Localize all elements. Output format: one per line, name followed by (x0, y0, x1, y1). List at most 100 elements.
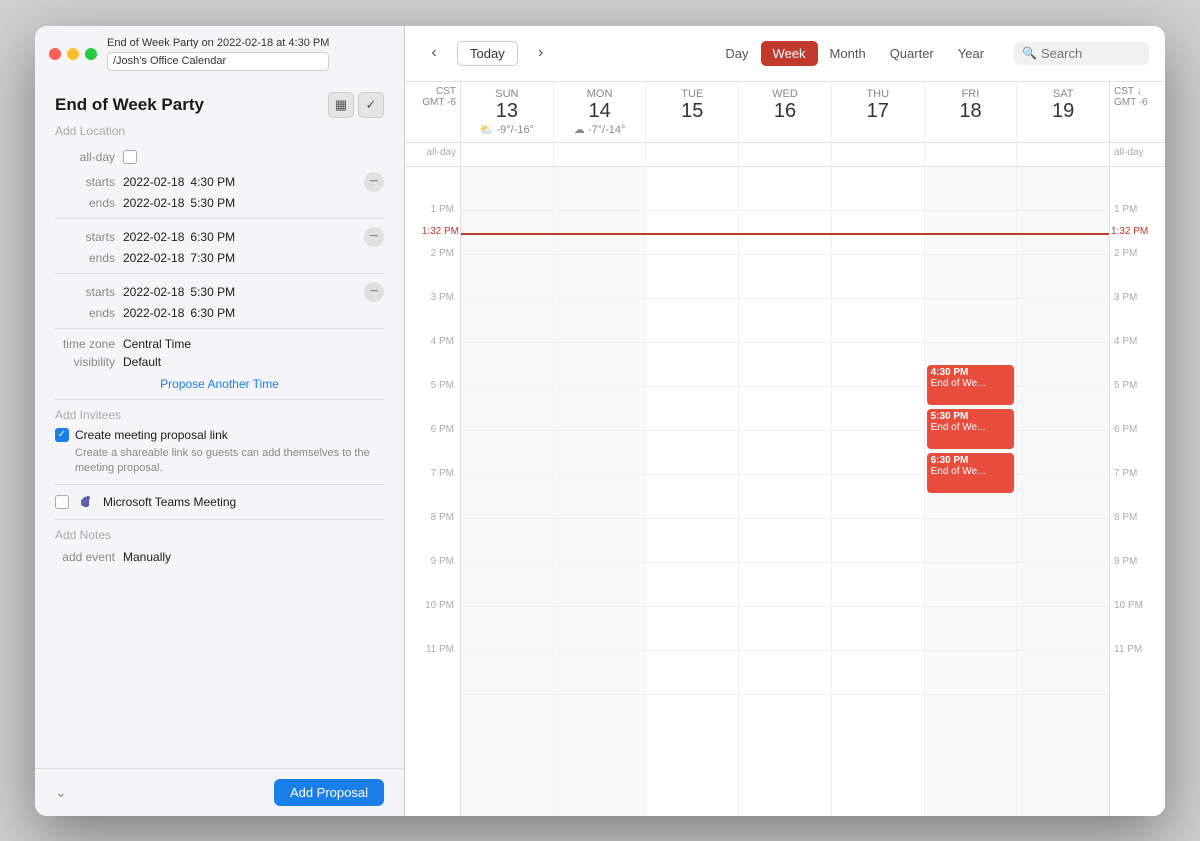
day-col-thu[interactable] (832, 167, 925, 816)
ends-label-3: ends (55, 306, 115, 320)
calendar-toolbar: ‹ Today › Day Week Month Quarter Year 🔍 (405, 26, 1165, 82)
add-proposal-button[interactable]: Add Proposal (274, 779, 384, 806)
day-col-tue[interactable] (646, 167, 739, 816)
calendar-body: 1 PM 2 PM 3 PM 4 PM 5 PM 6 PM 7 PM 8 PM … (405, 167, 1165, 816)
search-icon: 🔍 (1022, 46, 1037, 60)
starts-time-1[interactable]: 4:30 PM (190, 175, 235, 189)
starts-row-3: starts 2022-02-18 5:30 PM − (55, 282, 384, 302)
event-form: End of Week Party ▦ ✓ Add Location all-d… (35, 82, 404, 768)
close-button[interactable] (49, 48, 61, 60)
teams-checkbox[interactable] (55, 495, 69, 509)
add-event-value[interactable]: Manually (123, 550, 171, 564)
starts-label-2: starts (55, 230, 115, 244)
meeting-proposal-label: Create meeting proposal link (75, 428, 228, 442)
visibility-row: visibility Default (55, 355, 384, 369)
next-button[interactable]: › (528, 40, 554, 66)
add-location[interactable]: Add Location (55, 124, 384, 138)
calendar-icon-btn[interactable]: ▦ (328, 92, 354, 118)
timezone-label: time zone (55, 337, 115, 351)
starts-date-2[interactable]: 2022-02-18 (123, 230, 184, 244)
timezone-row: time zone Central Time (55, 337, 384, 351)
starts-time-3[interactable]: 5:30 PM (190, 285, 235, 299)
starts-date-1[interactable]: 2022-02-18 (123, 175, 184, 189)
remove-slot-1[interactable]: − (364, 172, 384, 192)
allday-fri (925, 143, 1018, 166)
allday-section: all-day all-day (405, 143, 1165, 167)
prev-button[interactable]: ‹ (421, 40, 447, 66)
allday-tue (646, 143, 739, 166)
propose-another-time-link[interactable]: Propose Another Time (55, 377, 384, 391)
view-quarter-button[interactable]: Quarter (878, 41, 946, 66)
remove-slot-2[interactable]: − (364, 227, 384, 247)
titlebar: End of Week Party on 2022-02-18 at 4:30 … (35, 26, 404, 82)
meeting-proposal-checkbox[interactable]: ✓ (55, 428, 69, 442)
add-invitees-label: Add Invitees (55, 408, 384, 422)
calendar-panel: ‹ Today › Day Week Month Quarter Year 🔍 … (405, 26, 1165, 816)
event-430pm[interactable]: 4:30 PM End of We... (927, 365, 1015, 405)
app-window: End of Week Party on 2022-02-18 at 4:30 … (35, 26, 1165, 816)
view-year-button[interactable]: Year (946, 41, 996, 66)
starts-time-2[interactable]: 6:30 PM (190, 230, 235, 244)
view-month-button[interactable]: Month (818, 41, 878, 66)
visibility-value[interactable]: Default (123, 355, 161, 369)
ends-time-2[interactable]: 7:30 PM (190, 251, 235, 265)
allday-wed (739, 143, 832, 166)
visibility-label: visibility (55, 355, 115, 369)
day-col-sun[interactable] (461, 167, 554, 816)
day-col-sat[interactable] (1017, 167, 1109, 816)
ends-date-1[interactable]: 2022-02-18 (123, 196, 184, 210)
remove-slot-3[interactable]: − (364, 282, 384, 302)
allday-right: all-day (1109, 143, 1165, 166)
search-box: 🔍 (1014, 42, 1149, 65)
starts-row-1: starts 2022-02-18 4:30 PM − (55, 172, 384, 192)
day-col-fri[interactable]: 4:30 PM End of We... 5:30 PM End of We..… (925, 167, 1018, 816)
ends-date-3[interactable]: 2022-02-18 (123, 306, 184, 320)
traffic-lights (49, 48, 97, 60)
day-col-mon[interactable] (554, 167, 647, 816)
meeting-proposal-row: ✓ Create meeting proposal link (55, 428, 384, 442)
view-day-button[interactable]: Day (713, 41, 760, 66)
window-title: End of Week Party on 2022-02-18 at 4:30 … (107, 36, 329, 51)
maximize-button[interactable] (85, 48, 97, 60)
starts-label-1: starts (55, 175, 115, 189)
allday-thu (832, 143, 925, 166)
current-time-line (925, 233, 1017, 235)
ends-date-2[interactable]: 2022-02-18 (123, 251, 184, 265)
view-buttons: Day Week Month Quarter Year (713, 41, 996, 66)
day-header-sat: SAT 19 (1017, 82, 1109, 142)
allday-label: all-day (55, 150, 115, 164)
event-title: End of Week Party (55, 95, 204, 115)
starts-date-3[interactable]: 2022-02-18 (123, 285, 184, 299)
day-header-mon: MON 14 ☁ -7°/-14° (554, 82, 647, 142)
view-week-button[interactable]: Week (761, 41, 818, 66)
search-input[interactable] (1041, 46, 1141, 61)
ends-time-3[interactable]: 6:30 PM (190, 306, 235, 320)
calendar-name: /Josh's Office Calendar (107, 52, 329, 71)
today-button[interactable]: Today (457, 41, 518, 66)
ends-row-1: ends 2022-02-18 5:30 PM (55, 196, 384, 210)
day-header-thu: THU 17 (832, 82, 925, 142)
event-630pm[interactable]: 6:30 PM End of We... (927, 453, 1015, 493)
starts-label-3: starts (55, 285, 115, 299)
window-title-info: End of Week Party on 2022-02-18 at 4:30 … (107, 36, 329, 71)
add-event-row: add event Manually (55, 550, 384, 564)
allday-gutter: all-day (405, 143, 461, 166)
allday-checkbox[interactable] (123, 150, 137, 164)
day-col-wed[interactable] (739, 167, 832, 816)
time-gutter-right: 1 PM 2 PM 3 PM 4 PM 5 PM 6 PM 7 PM 8 PM … (1109, 167, 1165, 816)
day-header-tue: TUE 15 (646, 82, 739, 142)
ends-time-1[interactable]: 5:30 PM (190, 196, 235, 210)
timezone-value[interactable]: Central Time (123, 337, 191, 351)
collapse-button[interactable]: ⌄ (55, 784, 67, 801)
add-notes-label[interactable]: Add Notes (55, 528, 384, 542)
event-530pm[interactable]: 5:30 PM End of We... (927, 409, 1015, 449)
minimize-button[interactable] (67, 48, 79, 60)
day-header-wed: WED 16 (739, 82, 832, 142)
checkmark-icon-btn[interactable]: ✓ (358, 92, 384, 118)
teams-label: Microsoft Teams Meeting (103, 495, 236, 509)
day-header-sun: SUN 13 ⛅ -9°/-16° (461, 82, 554, 142)
calendar-grid[interactable]: 4:30 PM End of We... 5:30 PM End of We..… (461, 167, 1109, 816)
starts-row-2: starts 2022-02-18 6:30 PM − (55, 227, 384, 247)
allday-sun (461, 143, 554, 166)
teams-row: Microsoft Teams Meeting (55, 493, 384, 511)
